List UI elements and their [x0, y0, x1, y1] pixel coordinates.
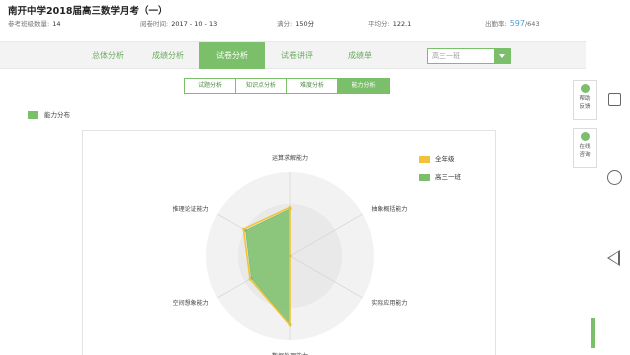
tab-score[interactable]: 成绩分析 [138, 42, 198, 69]
consult-button[interactable]: 在线 咨询 [573, 128, 597, 168]
axis-label: 空间想象能力 [173, 299, 209, 307]
home-icon[interactable] [607, 170, 622, 185]
page-title: 南开中学2018届高三数学月考（一） [8, 6, 168, 17]
axis-label: 实际应用能力 [371, 299, 407, 307]
sub-tab-group: 试题分析 知识点分析 难度分析 能力分析 [184, 78, 390, 94]
axis-label: 推理论证能力 [173, 205, 209, 213]
subtab-ability[interactable]: 能力分析 [338, 79, 389, 93]
meta-attendance: 出勤率: 597/643 [485, 19, 540, 28]
feedback-icon [580, 84, 590, 93]
legend-swatch-grade [419, 155, 430, 163]
axis-label: 抽象概括能力 [371, 205, 407, 213]
meta-class-count: 参考班级数量: 14 [8, 20, 61, 28]
class-select[interactable]: 高三一班 [427, 48, 511, 64]
legend-grade[interactable]: 全年级 [419, 153, 455, 163]
axis-label: 运算求解能力 [272, 154, 308, 162]
feedback-button[interactable]: 帮助 反馈 [573, 80, 597, 120]
tab-paper-review[interactable]: 试卷讲评 [265, 42, 329, 69]
section-title: 能力分布 [28, 109, 70, 119]
chevron-down-icon[interactable] [494, 49, 510, 63]
section-swatch [28, 111, 38, 119]
chart-panel: 运算求解能力抽象概括能力实际应用能力数据处理能力空间想象能力推理论证能力 全年级… [82, 130, 496, 355]
scrollbar-thumb[interactable] [591, 318, 595, 348]
back-icon[interactable] [607, 250, 620, 266]
recent-apps-icon[interactable] [608, 93, 621, 106]
subtab-question[interactable]: 试题分析 [185, 79, 236, 93]
subtab-difficulty[interactable]: 难度分析 [287, 79, 338, 93]
chat-icon [580, 132, 590, 141]
legend-swatch-class [419, 173, 430, 181]
legend-class[interactable]: 高三一班 [419, 171, 461, 181]
tab-overall[interactable]: 总体分析 [78, 42, 138, 69]
main-tab-bar: 总体分析 成绩分析 试卷分析 试卷讲评 成绩单 高三一班 [0, 41, 586, 69]
app-window: 南开中学2018届高三数学月考（一） 参考班级数量: 14 阅卷时间: 2017 -… [0, 0, 630, 355]
subtab-knowledge[interactable]: 知识点分析 [236, 79, 287, 93]
class-select-value: 高三一班 [432, 52, 460, 60]
tab-paper-analysis[interactable]: 试卷分析 [199, 42, 265, 69]
meta-exam-date: 阅卷时间: 2017 - 10 - 13 [140, 20, 218, 28]
meta-full-score: 满分: 150分 [277, 20, 315, 28]
tab-report[interactable]: 成绩单 [330, 42, 390, 69]
meta-average: 平均分: 122.1 [368, 20, 412, 28]
radar-chart: 运算求解能力抽象概括能力实际应用能力数据处理能力空间想象能力推理论证能力 [173, 154, 408, 355]
